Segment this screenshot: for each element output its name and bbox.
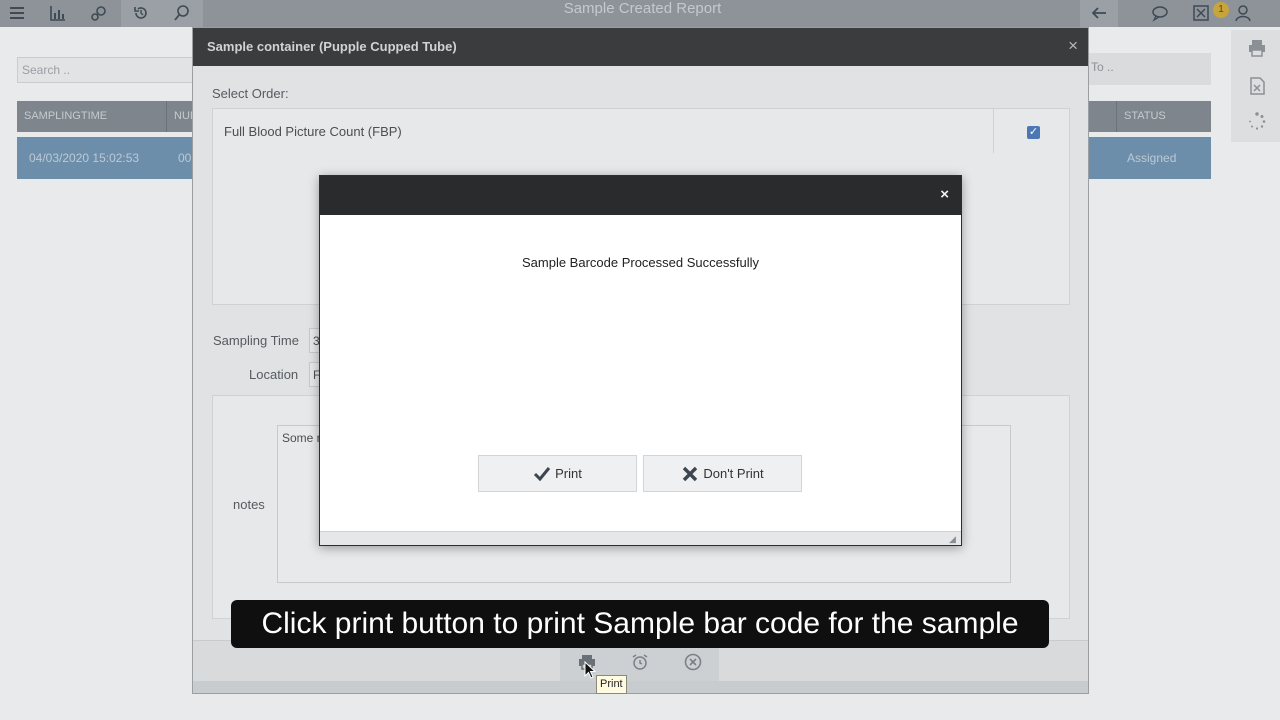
cancel-circle-icon bbox=[684, 653, 701, 670]
row-sampling-time: 04/03/2020 15:02:53 bbox=[29, 151, 140, 165]
dialog-status-strip bbox=[193, 681, 1088, 693]
notification-badge[interactable]: 1 bbox=[1213, 2, 1229, 18]
modal-footer: ◢ bbox=[320, 531, 961, 545]
checkmark-icon bbox=[534, 466, 551, 481]
history-icon[interactable] bbox=[130, 2, 152, 24]
location-label: Location bbox=[249, 367, 299, 382]
chart-icon[interactable] bbox=[47, 2, 69, 24]
tutorial-caption: Click print button to print Sample bar c… bbox=[231, 600, 1049, 648]
printer-icon[interactable] bbox=[1247, 38, 1267, 58]
print-tooltip: Print bbox=[596, 675, 627, 694]
select-order-label: Select Order: bbox=[212, 86, 289, 101]
mouse-cursor-icon bbox=[584, 661, 596, 679]
row-status: Assigned bbox=[1127, 151, 1177, 165]
resize-grip-icon[interactable]: ◢ bbox=[949, 534, 959, 544]
column-header-samplingtime[interactable]: SAMPLINGTIME bbox=[17, 101, 167, 132]
dialog-header: Sample container (Pupple Cupped Tube) × bbox=[193, 28, 1088, 66]
order-checkbox[interactable]: ✓ bbox=[1027, 126, 1040, 139]
settings-icon[interactable] bbox=[88, 2, 110, 24]
excel-export-icon[interactable] bbox=[1247, 76, 1267, 96]
app-title: Sample Created Report bbox=[563, 0, 722, 17]
barcode-success-modal: × Sample Barcode Processed Successfully … bbox=[319, 175, 962, 546]
dont-print-button-label: Don't Print bbox=[703, 466, 764, 481]
dialog-title: Sample container (Pupple Cupped Tube) bbox=[207, 39, 457, 54]
order-divider bbox=[993, 109, 994, 153]
excel-icon[interactable] bbox=[1190, 2, 1212, 24]
back-arrow-icon[interactable] bbox=[1088, 2, 1110, 24]
order-item-label: Full Blood Picture Count (FBP) bbox=[224, 124, 402, 139]
menu-icon[interactable] bbox=[6, 2, 28, 24]
sampling-time-label: Sampling Time bbox=[213, 333, 299, 348]
column-header-status[interactable]: STATUS bbox=[1116, 101, 1211, 132]
top-toolbar: Sample Created Report 1 bbox=[0, 0, 1280, 27]
modal-close-button[interactable]: × bbox=[940, 187, 949, 202]
chat-icon[interactable] bbox=[1149, 2, 1171, 24]
modal-message: Sample Barcode Processed Successfully bbox=[521, 255, 759, 270]
modal-header: × bbox=[320, 176, 961, 215]
right-action-panel bbox=[1231, 30, 1280, 142]
user-icon[interactable] bbox=[1232, 2, 1254, 24]
alarm-clock-icon bbox=[632, 653, 647, 670]
print-button-label: Print bbox=[555, 466, 582, 481]
modal-dont-print-button[interactable]: Don't Print bbox=[643, 455, 802, 492]
date-to-input[interactable]: To .. bbox=[1088, 53, 1211, 85]
notes-label: notes bbox=[233, 497, 265, 512]
search-icon[interactable] bbox=[171, 2, 193, 24]
loading-spinner-icon bbox=[1249, 112, 1266, 130]
row-num: 00 bbox=[178, 151, 192, 165]
search-input[interactable]: Search .. bbox=[17, 57, 197, 83]
dialog-close-button[interactable]: × bbox=[1068, 37, 1078, 54]
close-x-icon bbox=[683, 466, 698, 481]
modal-print-button[interactable]: Print bbox=[478, 455, 637, 492]
